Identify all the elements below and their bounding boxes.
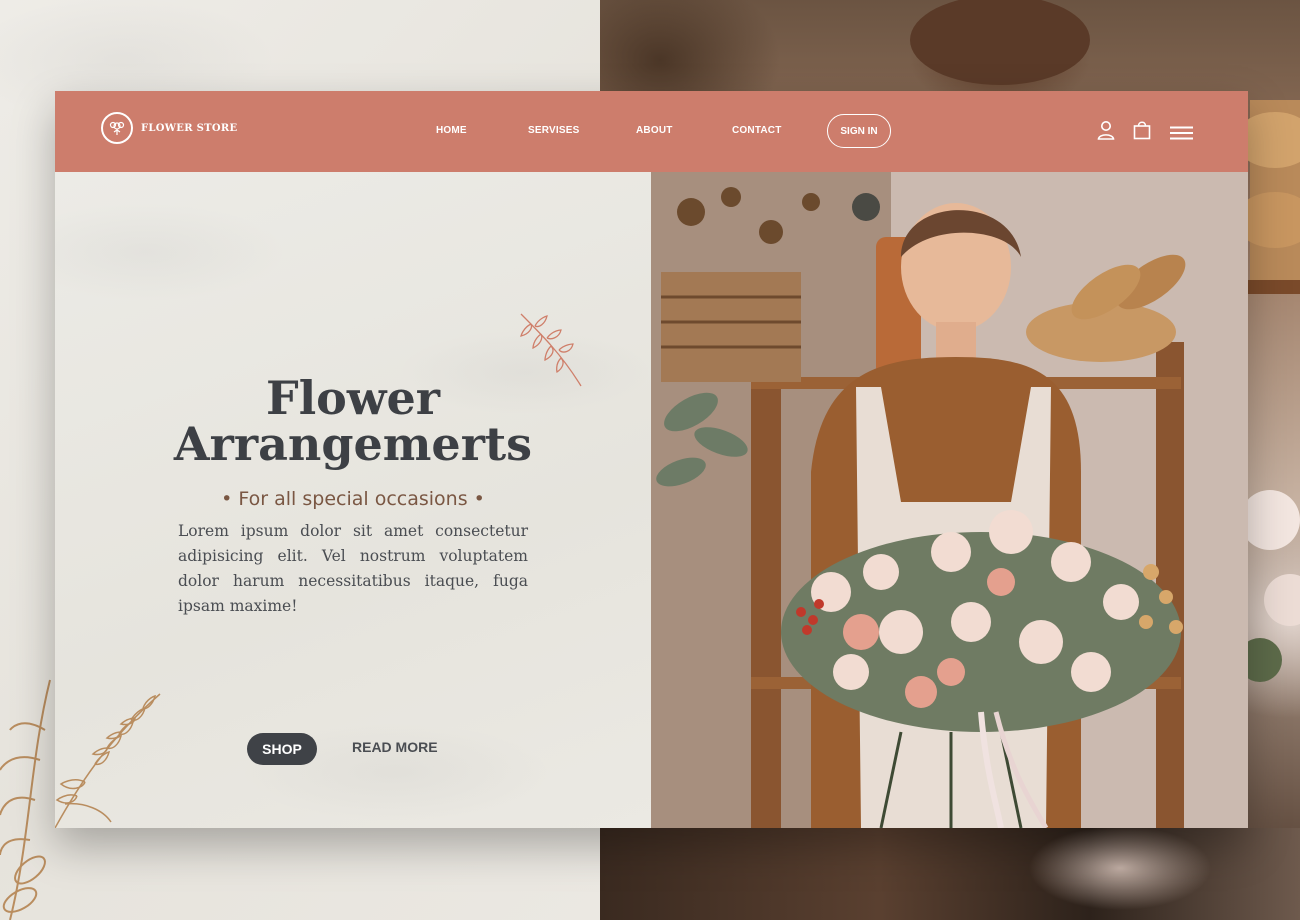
landing-card: FLOWER STORE HOME SERVISES ABOUT CONTACT… — [55, 91, 1248, 828]
nav-link-home[interactable]: HOME — [436, 125, 467, 136]
shop-button[interactable]: SHOP — [247, 733, 317, 765]
florist-photo-illustration — [651, 172, 1248, 828]
user-icon[interactable] — [1097, 120, 1115, 144]
nav-link-contact[interactable]: CONTACT — [732, 125, 782, 136]
hero-subtitle: • For all special occasions • — [221, 488, 485, 510]
hero-text-panel: Flower Arrangemerts • For all special oc… — [55, 172, 651, 828]
navbar: FLOWER STORE HOME SERVISES ABOUT CONTACT… — [55, 91, 1248, 172]
brand-logo[interactable]: FLOWER STORE — [101, 112, 237, 144]
flower-logo-icon — [101, 112, 133, 144]
nav-link-about[interactable]: ABOUT — [636, 125, 673, 136]
branch-illustration — [55, 693, 161, 828]
hamburger-menu-icon[interactable] — [1170, 125, 1193, 144]
background-photo-bottom — [600, 828, 1300, 920]
hero-photo — [651, 172, 1248, 828]
hero-title: Flower Arrangemerts — [173, 371, 533, 471]
brand-name: FLOWER STORE — [141, 122, 238, 134]
shopping-bag-icon[interactable] — [1133, 120, 1151, 144]
nav-link-services[interactable]: SERVISES — [528, 125, 579, 136]
sign-in-button[interactable]: SIGN IN — [827, 114, 891, 148]
read-more-link[interactable]: READ MORE — [352, 739, 438, 755]
hero-description: Lorem ipsum dolor sit amet consectetur a… — [178, 522, 528, 615]
